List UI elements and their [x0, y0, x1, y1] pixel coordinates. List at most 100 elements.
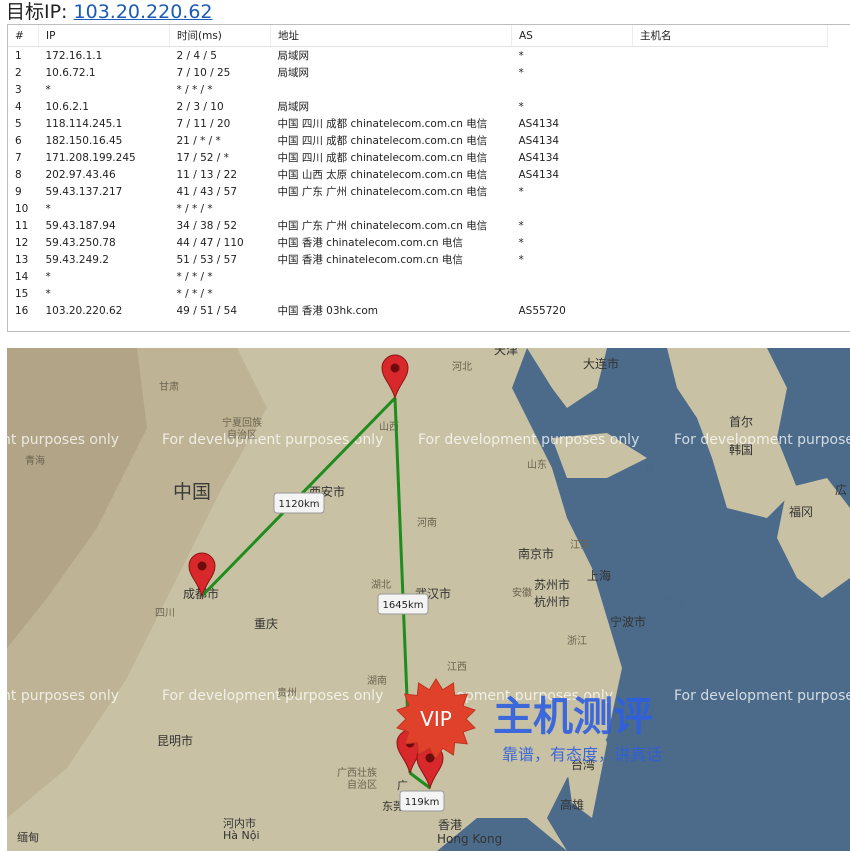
route-map[interactable]: nt purposes only For development purposes…	[7, 348, 850, 851]
table-row[interactable]: 13 59.43.249.2 51 / 53 / 57 中国 香港 chinatele…	[8, 251, 828, 268]
cell-hostname	[633, 234, 828, 251]
table-row[interactable]: 6 182.150.16.45 21 / * / * 中国 四川 成都 chinate…	[8, 132, 828, 149]
place-label: 宁夏回族	[222, 416, 262, 429]
table-row[interactable]: 5 118.114.245.1 7 / 11 / 20 中国 四川 成都 chinat…	[8, 115, 828, 132]
cell-hostname	[633, 166, 828, 183]
cell-time: 21 / * / *	[176, 134, 221, 147]
watermark-text: For development purposes	[674, 432, 850, 448]
table-row[interactable]: 16 103.20.220.62 49 / 51 / 54 中国 香港 03hk.co…	[8, 302, 828, 319]
col-as[interactable]: AS	[511, 25, 633, 47]
cell-hop: 8	[15, 168, 22, 181]
cell-time: 2 / 3 / 10	[176, 100, 224, 113]
cell-time: * / * / *	[176, 83, 213, 96]
cell-address: 局域网	[277, 101, 310, 113]
cell-address	[271, 200, 512, 217]
target-ip-link[interactable]: 103.20.220.62	[74, 1, 213, 23]
place-label: 江苏	[570, 538, 590, 551]
table-row[interactable]: 14 * * / * / *	[8, 268, 828, 285]
cell-as	[512, 268, 633, 285]
table-row[interactable]: 10 * * / * / *	[8, 200, 828, 217]
cell-time: 34 / 38 / 52	[176, 219, 238, 232]
place-label: 湖北	[371, 579, 391, 591]
place-label: 南京市	[518, 546, 554, 561]
cell-as: *	[518, 100, 524, 113]
distance-label-3[interactable]: 119km	[399, 790, 445, 812]
place-label: 昆明市	[157, 733, 193, 748]
table-row[interactable]: 11 59.43.187.94 34 / 38 / 52 中国 广东 广州 china…	[8, 217, 828, 234]
watermark-text: For development purposes only	[418, 432, 639, 448]
distance-label-1[interactable]: 1120km	[273, 492, 325, 514]
cell-address: 中国 香港 03hk.com	[277, 305, 379, 317]
distance-label-2[interactable]: 1645km	[377, 593, 429, 615]
cell-as	[512, 285, 633, 302]
place-label: 缅甸	[17, 830, 39, 844]
cell-hop: 3	[15, 83, 22, 96]
col-time[interactable]: 时间(ms)	[169, 25, 271, 47]
cell-hostname	[633, 149, 828, 166]
cell-time: 2 / 4 / 5	[176, 49, 217, 62]
distance-text-1: 1120km	[279, 499, 320, 510]
cell-as: AS4134	[518, 117, 560, 130]
cell-hop: 11	[15, 219, 29, 232]
cell-hostname	[633, 183, 828, 200]
col-ip[interactable]: IP	[38, 25, 170, 47]
cell-time: 41 / 43 / 57	[176, 185, 238, 198]
place-label: 重庆	[254, 617, 278, 631]
place-label: 河北	[452, 361, 472, 373]
cell-address: 中国 香港 chinatelecom.com.cn 电信	[277, 254, 463, 266]
vip-text: VIP	[420, 707, 452, 731]
table-row[interactable]: 4 10.6.2.1 2 / 3 / 10 局域网 *	[8, 98, 828, 115]
cell-ip: 118.114.245.1	[45, 117, 123, 130]
col-hop[interactable]: #	[8, 25, 39, 47]
cell-time: 17 / 52 / *	[176, 151, 229, 164]
table-row[interactable]: 1 172.16.1.1 2 / 4 / 5 局域网 *	[8, 47, 828, 65]
table-row[interactable]: 8 202.97.43.46 11 / 13 / 22 中国 山西 太原 chinat…	[8, 166, 828, 183]
cell-hostname	[633, 64, 828, 81]
cell-hop: 2	[15, 66, 22, 79]
watermark-text: nt purposes only	[7, 432, 119, 448]
place-label: 广	[397, 779, 408, 792]
table-row[interactable]: 3 * * / * / *	[8, 81, 828, 98]
place-label: 青海	[25, 454, 45, 467]
cell-hop: 13	[15, 253, 29, 266]
place-label: 东海	[664, 596, 684, 609]
place-label: 天津	[494, 348, 518, 357]
table-row[interactable]: 7 171.208.199.245 17 / 52 / * 中国 四川 成都 chin…	[8, 149, 828, 166]
col-hostname[interactable]: 主机名	[632, 25, 828, 47]
cell-ip: 182.150.16.45	[45, 134, 123, 147]
cell-hop: 1	[15, 49, 22, 62]
place-label: 高雄	[560, 797, 584, 812]
watermark-text: For development purposes	[674, 688, 850, 704]
cell-hop: 9	[15, 185, 22, 198]
table-row[interactable]: 12 59.43.250.78 44 / 47 / 110 中国 香港 chinate…	[8, 234, 828, 251]
traceroute-table: # IP 时间(ms) 地址 AS 主机名 1 172.16.1.1 2 / 4 /…	[8, 25, 828, 319]
cell-ip: 59.43.249.2	[45, 253, 109, 266]
place-label: 黄海	[645, 462, 665, 475]
cell-time: 7 / 11 / 20	[176, 117, 231, 130]
distance-text-2: 1645km	[383, 600, 424, 611]
cell-ip: *	[45, 83, 51, 96]
cell-address: 局域网	[277, 50, 310, 62]
place-label: 首尔	[729, 414, 753, 429]
cell-hostname	[633, 251, 828, 268]
cell-hop: 7	[15, 151, 22, 164]
cell-as: *	[518, 185, 524, 198]
cell-ip: 172.16.1.1	[45, 49, 103, 62]
table-row[interactable]: 15 * * / * / *	[8, 285, 828, 302]
table-row[interactable]: 2 10.6.72.1 7 / 10 / 25 局域网 *	[8, 64, 828, 81]
col-address[interactable]: 地址	[270, 25, 512, 47]
cell-ip: 59.43.250.78	[45, 236, 116, 249]
cell-hop: 14	[15, 270, 29, 283]
cell-time: 44 / 47 / 110	[176, 236, 244, 249]
cell-hostname	[633, 200, 828, 217]
cell-time: * / * / *	[176, 202, 213, 215]
cell-ip: 59.43.137.217	[45, 185, 123, 198]
cell-address	[271, 285, 512, 302]
cell-hostname	[633, 98, 828, 115]
cell-hop: 4	[15, 100, 22, 113]
cell-hop: 5	[15, 117, 22, 130]
cell-as: AS4134	[518, 151, 560, 164]
table-row[interactable]: 9 59.43.137.217 41 / 43 / 57 中国 广东 广州 china…	[8, 183, 828, 200]
cell-hostname	[633, 115, 828, 132]
cell-as: *	[518, 236, 524, 249]
